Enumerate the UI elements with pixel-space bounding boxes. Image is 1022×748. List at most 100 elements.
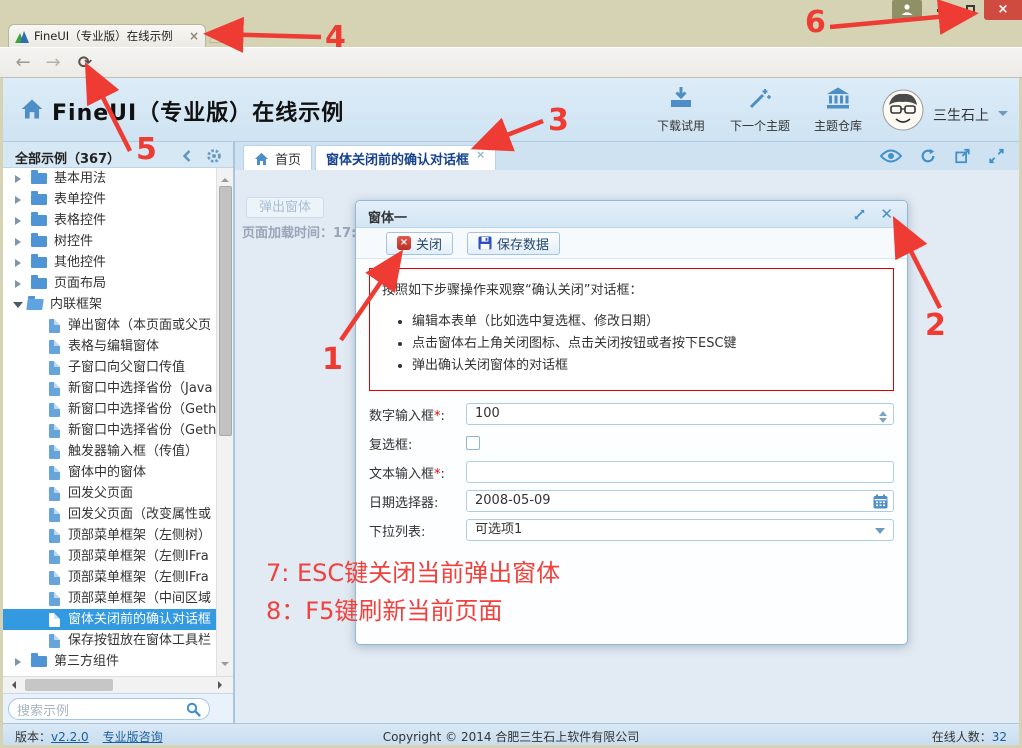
tree-item[interactable]: 新窗口中选择省份（Geth [3, 399, 216, 420]
dropdown-select[interactable]: 可选项1 [466, 519, 894, 541]
forward-button[interactable]: → [40, 51, 66, 75]
checkbox[interactable] [466, 436, 480, 450]
close-button[interactable]: × 关闭 [386, 232, 453, 255]
tree-item[interactable]: 顶部菜单框架（中间区域 [3, 588, 216, 609]
tree-item[interactable]: 表格与编辑窗体 [3, 336, 216, 357]
red-x-icon: × [397, 236, 411, 250]
back-button[interactable]: ← [10, 51, 36, 75]
tab-close-icon[interactable]: × [476, 148, 485, 161]
download-trial-button[interactable]: 下载试用 [643, 86, 719, 134]
refresh-icon[interactable] [919, 148, 937, 164]
tree-item[interactable]: 树控件 [3, 231, 216, 252]
avatar[interactable] [882, 89, 924, 135]
tree-item-label: 内联框架 [50, 294, 102, 315]
tree-item[interactable]: 弹出窗体（本页面或父页 [3, 315, 216, 336]
scrollbar-thumb[interactable] [25, 679, 113, 691]
theme-repo-label: 主题仓库 [800, 117, 876, 134]
dialog-close-icon[interactable]: ✕ [880, 205, 893, 223]
tree-item[interactable]: 窗体关闭前的确认对话框 [3, 609, 216, 630]
expand-arrow-icon[interactable] [15, 238, 25, 246]
popup-window-button[interactable]: 弹出窗体 [246, 197, 324, 218]
tree-item[interactable]: 窗体中的窗体 [3, 462, 216, 483]
dialog-maximize-icon[interactable] [852, 207, 867, 226]
preview-eye-icon[interactable] [880, 148, 902, 164]
scroll-down-icon[interactable] [221, 662, 229, 670]
tree-item[interactable]: 表单控件 [3, 189, 216, 210]
tree-item[interactable]: 子窗口向父窗口传值 [3, 357, 216, 378]
expand-arrow-icon[interactable] [15, 217, 25, 225]
number-spinner[interactable] [879, 407, 887, 427]
expand-arrow-icon[interactable] [15, 280, 25, 288]
expand-arrow-icon[interactable] [15, 259, 25, 267]
calendar-icon[interactable] [873, 494, 888, 516]
number-input[interactable]: 100 [466, 403, 894, 425]
home-icon[interactable] [20, 98, 44, 124]
tree-item[interactable]: 回发父页面 [3, 483, 216, 504]
tree-item[interactable]: 页面布局 [3, 273, 216, 294]
scroll-left-icon[interactable] [8, 681, 16, 689]
tree-item[interactable]: 内联框架 [3, 294, 216, 315]
tree-item[interactable]: 其他控件 [3, 252, 216, 273]
tree-item[interactable]: 基本用法 [3, 168, 216, 189]
open-new-window-icon[interactable] [954, 148, 971, 164]
expand-arrow-icon[interactable] [15, 196, 25, 204]
spin-down-icon[interactable] [879, 418, 887, 427]
collapse-arrow-icon[interactable] [13, 302, 23, 313]
expand-arrow-icon[interactable] [15, 175, 25, 183]
spin-up-icon[interactable] [879, 407, 887, 416]
tree-item[interactable]: 顶部菜单框架（左侧树） [3, 525, 216, 546]
form-row-text: 文本输入框*: [369, 461, 894, 483]
tree-item[interactable]: 第三方组件 [3, 651, 216, 672]
theme-repo-button[interactable]: 主题仓库 [800, 86, 876, 134]
minimize-button[interactable] [928, 0, 956, 18]
tree-item[interactable]: 新窗口中选择省份（Java [3, 378, 216, 399]
scroll-right-icon[interactable] [218, 681, 226, 689]
file-icon [49, 424, 60, 438]
tree-horizontal-scrollbar[interactable] [3, 676, 233, 693]
new-tab-button[interactable] [209, 28, 242, 43]
dialog-titlebar[interactable]: 窗体一 ✕ [356, 201, 907, 228]
browser-tab[interactable]: FineUI（专业版）在线示例 × [8, 24, 206, 47]
window-close-button[interactable]: × [984, 0, 1022, 20]
search-input[interactable]: 搜索示例 [8, 698, 210, 720]
tree-item[interactable]: 顶部菜单框架（左侧IFra [3, 567, 216, 588]
tree-item[interactable]: 表格控件 [3, 210, 216, 231]
expand-arrow-icon[interactable] [15, 658, 25, 666]
tree-item[interactable]: 触发器输入框（传值） [3, 441, 216, 462]
tree-item-label: 第三方组件 [54, 651, 119, 672]
tree-item-label: 新窗口中选择省份（Java [68, 378, 212, 399]
tab-confirm-dialog[interactable]: 窗体关闭前的确认对话框 × [315, 145, 496, 171]
tree-vertical-scrollbar[interactable] [216, 168, 233, 676]
scrollbar-thumb[interactable] [219, 186, 232, 436]
search-icon[interactable] [186, 702, 201, 717]
collapse-panel-icon[interactable] [181, 149, 193, 167]
tab-close-icon[interactable]: × [189, 29, 199, 43]
person-icon [900, 3, 914, 16]
fullscreen-icon[interactable] [988, 148, 1005, 164]
file-icon [49, 529, 60, 543]
notice-heading: 按照如下步骤操作来观察“确认关闭”对话框： [382, 279, 881, 298]
save-button-label: 保存数据 [497, 234, 549, 253]
date-picker-input[interactable]: 2008-05-09 [466, 490, 894, 512]
tree-item[interactable]: 新窗口中选择省份（Geth [3, 420, 216, 441]
tree-item-label: 页面布局 [54, 273, 106, 294]
text-input[interactable] [466, 461, 894, 483]
tree-item-label: 触发器输入框（传值） [68, 441, 198, 462]
tree-item[interactable]: 回发父页面（改变属性或 [3, 504, 216, 525]
chevron-down-icon[interactable] [998, 111, 1008, 121]
reload-button[interactable]: ⟳ [72, 51, 98, 75]
maximize-button[interactable] [956, 0, 984, 18]
tab-home[interactable]: 首页 [243, 145, 312, 171]
scroll-up-icon[interactable] [221, 174, 229, 182]
profile-button[interactable] [892, 0, 922, 20]
next-theme-button[interactable]: 下一个主题 [722, 86, 798, 134]
field-label: 数字输入框*: [369, 405, 466, 424]
user-name[interactable]: 三生石上 [933, 105, 989, 125]
gear-icon[interactable] [206, 148, 222, 168]
search-placeholder: 搜索示例 [17, 700, 186, 719]
file-icon [49, 550, 60, 564]
tree-item[interactable]: 保存按钮放在窗体工具栏 [3, 630, 216, 651]
dropdown-arrow-icon[interactable] [875, 528, 885, 539]
save-data-button[interactable]: 保存数据 [467, 232, 560, 255]
tree-item[interactable]: 顶部菜单框架（左侧IFra [3, 546, 216, 567]
